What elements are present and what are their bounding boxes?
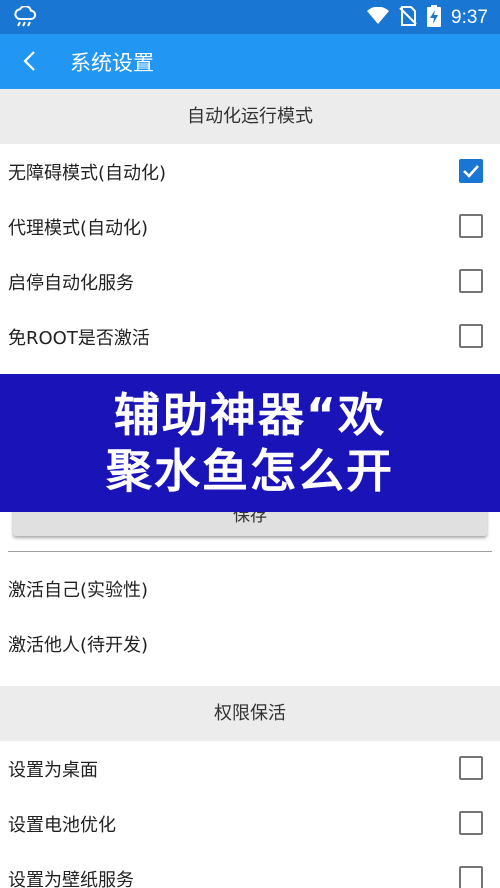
app-bar: 系统设置	[0, 34, 500, 89]
divider	[8, 551, 492, 552]
overlay-banner: 辅助神器“欢 聚水鱼怎么开	[0, 374, 500, 512]
setting-label: 设置电池优化	[8, 815, 116, 836]
setting-row-battery-optimization[interactable]: 设置电池优化	[0, 796, 500, 851]
status-bar: 9:37	[0, 0, 500, 34]
setting-label: 设置为桌面	[8, 760, 98, 781]
section-header-keepalive: 权限保活	[0, 686, 500, 741]
page-title: 系统设置	[70, 51, 154, 75]
back-arrow-icon[interactable]	[18, 48, 44, 74]
setting-row-set-as-launcher[interactable]: 设置为桌面	[0, 741, 500, 796]
wifi-icon	[367, 6, 390, 29]
section-header-automation: 自动化运行模式	[0, 89, 500, 144]
setting-row-accessibility-mode[interactable]: 无障碍模式(自动化)	[0, 144, 500, 199]
setting-label: 激活自己(实验性)	[8, 580, 149, 601]
set-as-launcher-checkbox[interactable]	[459, 756, 483, 780]
no-sim-icon	[399, 6, 417, 30]
setting-label: 无障碍模式(自动化)	[8, 163, 167, 184]
setting-label: 设置为壁纸服务	[8, 870, 134, 888]
setting-row-activate-others[interactable]: 激活他人(待开发)	[0, 616, 500, 671]
banner-line-2: 聚水鱼怎么开	[106, 444, 394, 498]
setting-row-root-free-activation[interactable]: 免ROOT是否激活	[0, 309, 500, 364]
setting-row-activate-self[interactable]: 激活自己(实验性)	[0, 561, 500, 616]
setting-label: 代理模式(自动化)	[8, 218, 149, 239]
accessibility-mode-checkbox[interactable]	[459, 159, 483, 183]
status-time: 9:37	[451, 7, 488, 28]
setting-row-wallpaper-service[interactable]: 设置为壁纸服务	[0, 851, 500, 888]
proxy-mode-checkbox[interactable]	[459, 214, 483, 238]
battery-charging-icon	[427, 5, 442, 31]
setting-label: 激活他人(待开发)	[8, 635, 149, 656]
wallpaper-service-checkbox[interactable]	[459, 866, 483, 888]
setting-row-proxy-mode[interactable]: 代理模式(自动化)	[0, 199, 500, 254]
weather-rain-icon	[12, 5, 38, 32]
root-free-activation-checkbox[interactable]	[459, 324, 483, 348]
setting-row-toggle-service[interactable]: 启停自动化服务	[0, 254, 500, 309]
toggle-service-checkbox[interactable]	[459, 269, 483, 293]
battery-optimization-checkbox[interactable]	[459, 811, 483, 835]
setting-label: 启停自动化服务	[8, 273, 134, 294]
setting-label: 免ROOT是否激活	[8, 328, 150, 349]
banner-line-1: 辅助神器“欢	[113, 388, 387, 442]
